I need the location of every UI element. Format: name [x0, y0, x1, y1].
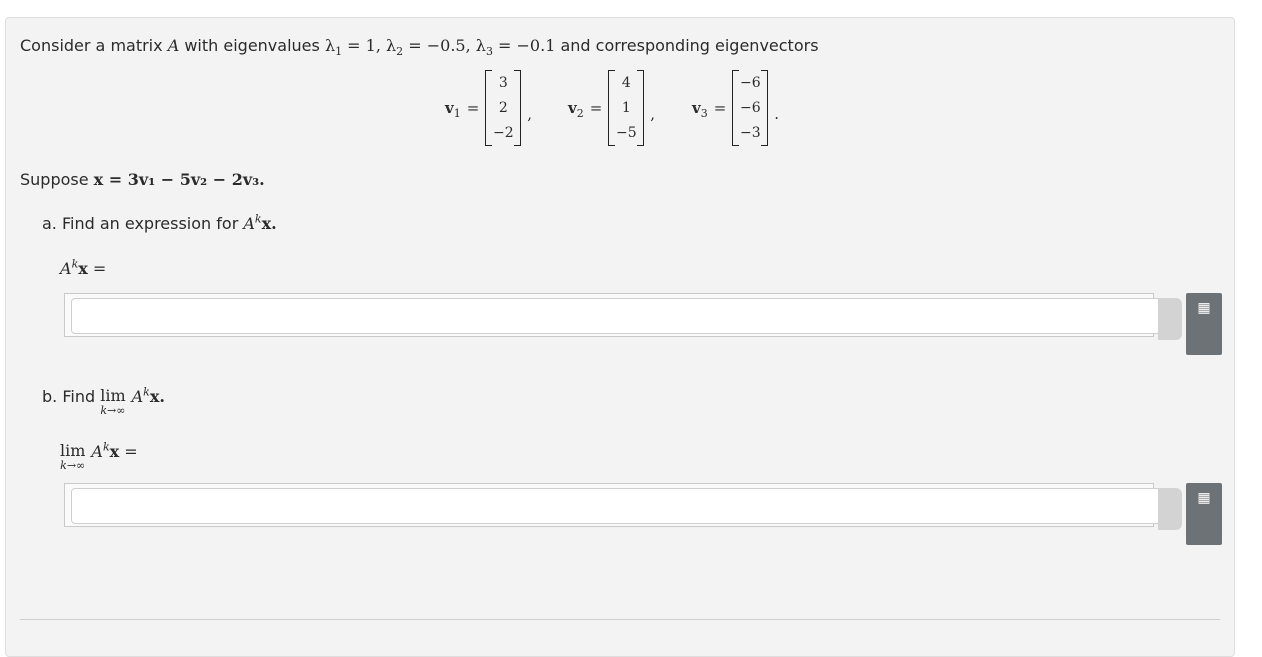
- keyboard-icon: ▦: [1197, 490, 1211, 506]
- divider: [20, 619, 1220, 620]
- eigenvalue-3: λ3 = −0.1: [475, 36, 556, 59]
- matrix-symbol: A: [131, 387, 144, 406]
- vector-x: x.: [149, 387, 165, 406]
- vector-x: x.: [261, 214, 277, 233]
- power-k: k: [102, 440, 110, 454]
- separator: ,: [650, 105, 656, 123]
- limit-operator: lim k→∞: [100, 387, 125, 417]
- suppose-lead: Suppose: [20, 170, 89, 189]
- matrix-entry: −6: [739, 74, 761, 91]
- column-matrix: −6 −6 −3: [732, 70, 769, 146]
- eigenvector-2: v2 = 4 1 −5 ,: [568, 60, 655, 156]
- part-b-answer-input[interactable]: [71, 488, 1161, 524]
- equals-sign: =: [124, 442, 138, 461]
- matrix-entry: −2: [492, 125, 514, 142]
- keyboard-icon: ▦: [1197, 300, 1211, 316]
- separator: .: [774, 105, 780, 123]
- matrix-symbol: A: [91, 442, 103, 461]
- vector-label: v3: [692, 99, 708, 120]
- part-b-keyboard-button[interactable]: ▦: [1186, 483, 1222, 545]
- power-k: k: [143, 385, 150, 399]
- limit-text: lim: [60, 441, 86, 460]
- eigenvalue-1: λ1 = 1,: [324, 36, 381, 59]
- part-a-answer-input[interactable]: [71, 298, 1161, 334]
- matrix-symbol: A: [167, 36, 180, 55]
- part-b-prompt: b. Find lim k→∞ Akx.: [42, 387, 165, 417]
- part-b-label: b. Find: [42, 387, 96, 406]
- equals-sign: =: [466, 99, 480, 117]
- part-a-answer-label: Akx =: [60, 259, 106, 279]
- intro-with-eigenvalues: with eigenvalues: [184, 36, 320, 55]
- equals-sign: =: [713, 99, 727, 117]
- equals-sign: =: [589, 99, 603, 117]
- vector-label: v2: [568, 99, 584, 120]
- column-matrix: 3 2 −2: [485, 70, 522, 146]
- equals-sign: =: [92, 259, 107, 278]
- part-a-label: a. Find an expression for: [42, 214, 239, 233]
- part-b-answer-label: lim k→∞ Akx =: [60, 442, 138, 472]
- limit-subscript: k→∞: [100, 404, 126, 417]
- limit-subscript: k→∞: [60, 459, 86, 472]
- limit-operator: lim k→∞: [60, 442, 85, 472]
- eigenvalue-2: λ2 = −0.5,: [386, 36, 471, 59]
- part-b-field-tab: [1158, 488, 1182, 530]
- separator: ,: [527, 105, 533, 123]
- intro-text: Consider a matrix A with eigenvalues λ1 …: [20, 36, 819, 59]
- vector-x: x: [78, 259, 88, 278]
- suppose-text: Suppose x = 3v₁ − 5v₂ − 2v₃.: [20, 170, 265, 190]
- matrix-symbol: A: [60, 259, 72, 278]
- part-b-answer-field: [64, 483, 1161, 527]
- vector-x: x: [109, 442, 120, 461]
- matrix-entry: −6: [739, 99, 761, 116]
- vector-label: v1: [445, 99, 461, 120]
- matrix-entry: 1: [621, 99, 631, 116]
- matrix-symbol: A: [243, 214, 255, 233]
- eigenvector-1: v1 = 3 2 −2 ,: [445, 60, 532, 156]
- intro-lead: Consider a matrix: [20, 36, 163, 55]
- matrix-entry: 2: [498, 99, 508, 116]
- part-a-answer-field: [64, 293, 1161, 337]
- part-a-field-tab: [1158, 298, 1182, 340]
- column-matrix: 4 1 −5: [608, 70, 645, 146]
- suppose-expression: x = 3v₁ − 5v₂ − 2v₃.: [93, 170, 265, 189]
- part-a-prompt: a. Find an expression for Akx.: [42, 214, 277, 234]
- limit-text: lim: [100, 386, 126, 405]
- intro-tail: and corresponding eigenvectors: [560, 36, 819, 55]
- matrix-entry: 3: [498, 74, 508, 91]
- matrix-entry: −5: [615, 125, 637, 142]
- eigenvector-3: v3 = −6 −6 −3 .: [692, 60, 779, 156]
- matrix-entry: −3: [739, 125, 761, 142]
- matrix-entry: 4: [621, 74, 631, 91]
- part-a-keyboard-button[interactable]: ▦: [1186, 293, 1222, 355]
- power-k: k: [254, 212, 262, 226]
